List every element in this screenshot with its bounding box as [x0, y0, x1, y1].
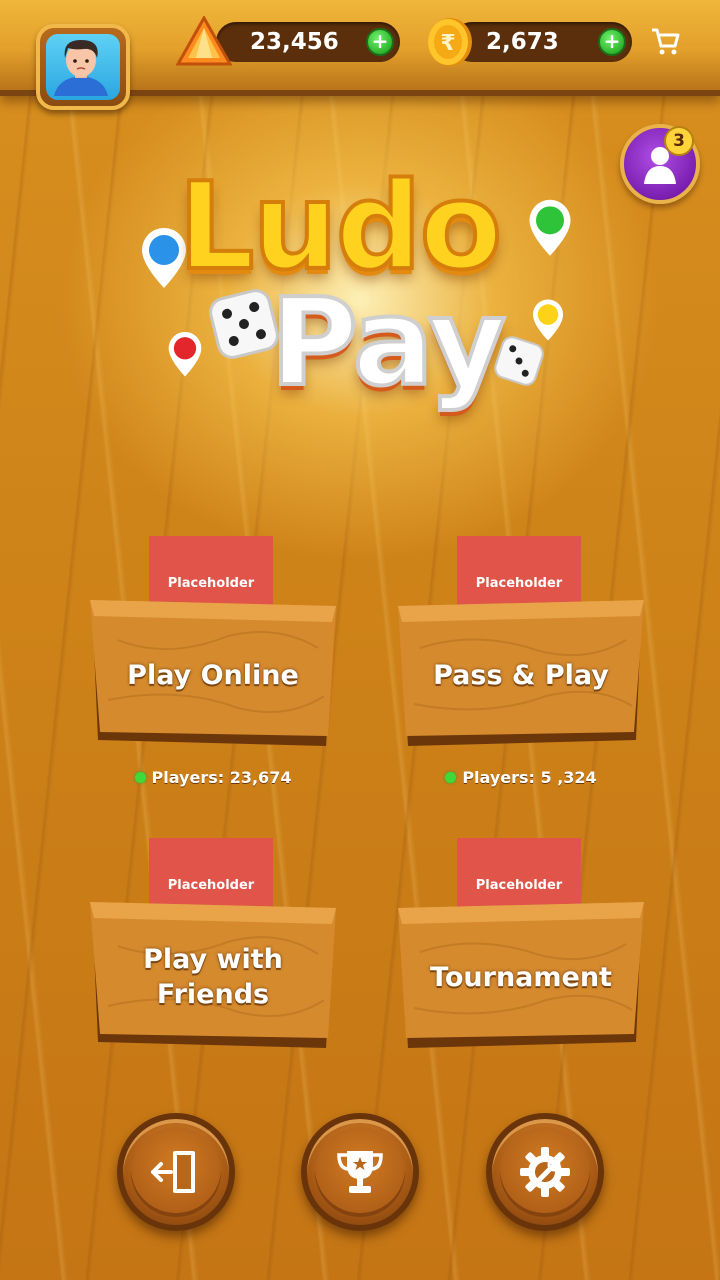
add-coins-button[interactable]: +: [598, 28, 626, 56]
green-pin-icon: [529, 199, 571, 256]
settings-gear-icon: [520, 1147, 570, 1197]
rupee-coin-icon: ₹: [428, 18, 472, 66]
profile-avatar-button[interactable]: [36, 24, 130, 110]
red-pin-icon: [168, 331, 202, 377]
plus-icon: +: [603, 29, 621, 53]
logo-pay-text: Pay: [268, 272, 508, 415]
gem-balance-value: 23,456: [250, 29, 339, 55]
placeholder-label: Placeholder: [475, 878, 563, 893]
settings-button[interactable]: [486, 1113, 604, 1231]
player-count-text: Players: 23,674: [151, 768, 292, 787]
trophy-icon: [337, 1151, 383, 1193]
svg-text:₹: ₹: [440, 31, 455, 56]
leaderboard-button[interactable]: [301, 1113, 419, 1231]
tournament-button[interactable]: Placeholder Tournament: [396, 838, 648, 1138]
tournament-label: Tournament: [430, 961, 612, 993]
online-player-count: Players: 23,674: [88, 768, 338, 787]
gem-icon: [176, 16, 232, 66]
ludo-pay-logo: Ludo Pay: [130, 150, 590, 440]
placeholder-label: Placeholder: [167, 878, 255, 893]
plus-icon: +: [371, 29, 389, 53]
pass-and-play-label: Pass & Play: [433, 659, 609, 691]
add-gems-button[interactable]: +: [366, 28, 394, 56]
pass-and-play-button[interactable]: Placeholder Pass & Play Players: 5 ,324: [396, 536, 648, 836]
coin-balance: 2,673 +: [452, 22, 632, 62]
cart-icon[interactable]: [650, 26, 680, 56]
online-player-count: Players: 5 ,324: [396, 768, 646, 787]
coin-balance-value: 2,673: [486, 29, 559, 55]
play-online-label: Play Online: [127, 659, 299, 691]
play-online-button[interactable]: Placeholder Play Online Players: 23,674: [88, 536, 340, 836]
friend-request-count-badge: 3: [664, 126, 694, 156]
placeholder-label: Placeholder: [475, 576, 563, 591]
online-status-icon: [445, 772, 457, 783]
yellow-pin-icon: [532, 299, 564, 341]
dice-icon: [494, 336, 544, 386]
play-with-friends-label: Play with Friends: [143, 944, 283, 1010]
dice-icon: [209, 289, 279, 359]
play-with-friends-button[interactable]: Placeholder Play with Friends: [88, 838, 340, 1138]
placeholder-label: Placeholder: [167, 576, 255, 591]
player-avatar-icon: [46, 34, 120, 100]
player-count-text: Players: 5 ,324: [462, 768, 597, 787]
exit-door-icon: [151, 1151, 195, 1193]
exit-button[interactable]: [117, 1113, 235, 1231]
gem-balance: 23,456 +: [216, 22, 400, 62]
online-status-icon: [134, 772, 146, 783]
